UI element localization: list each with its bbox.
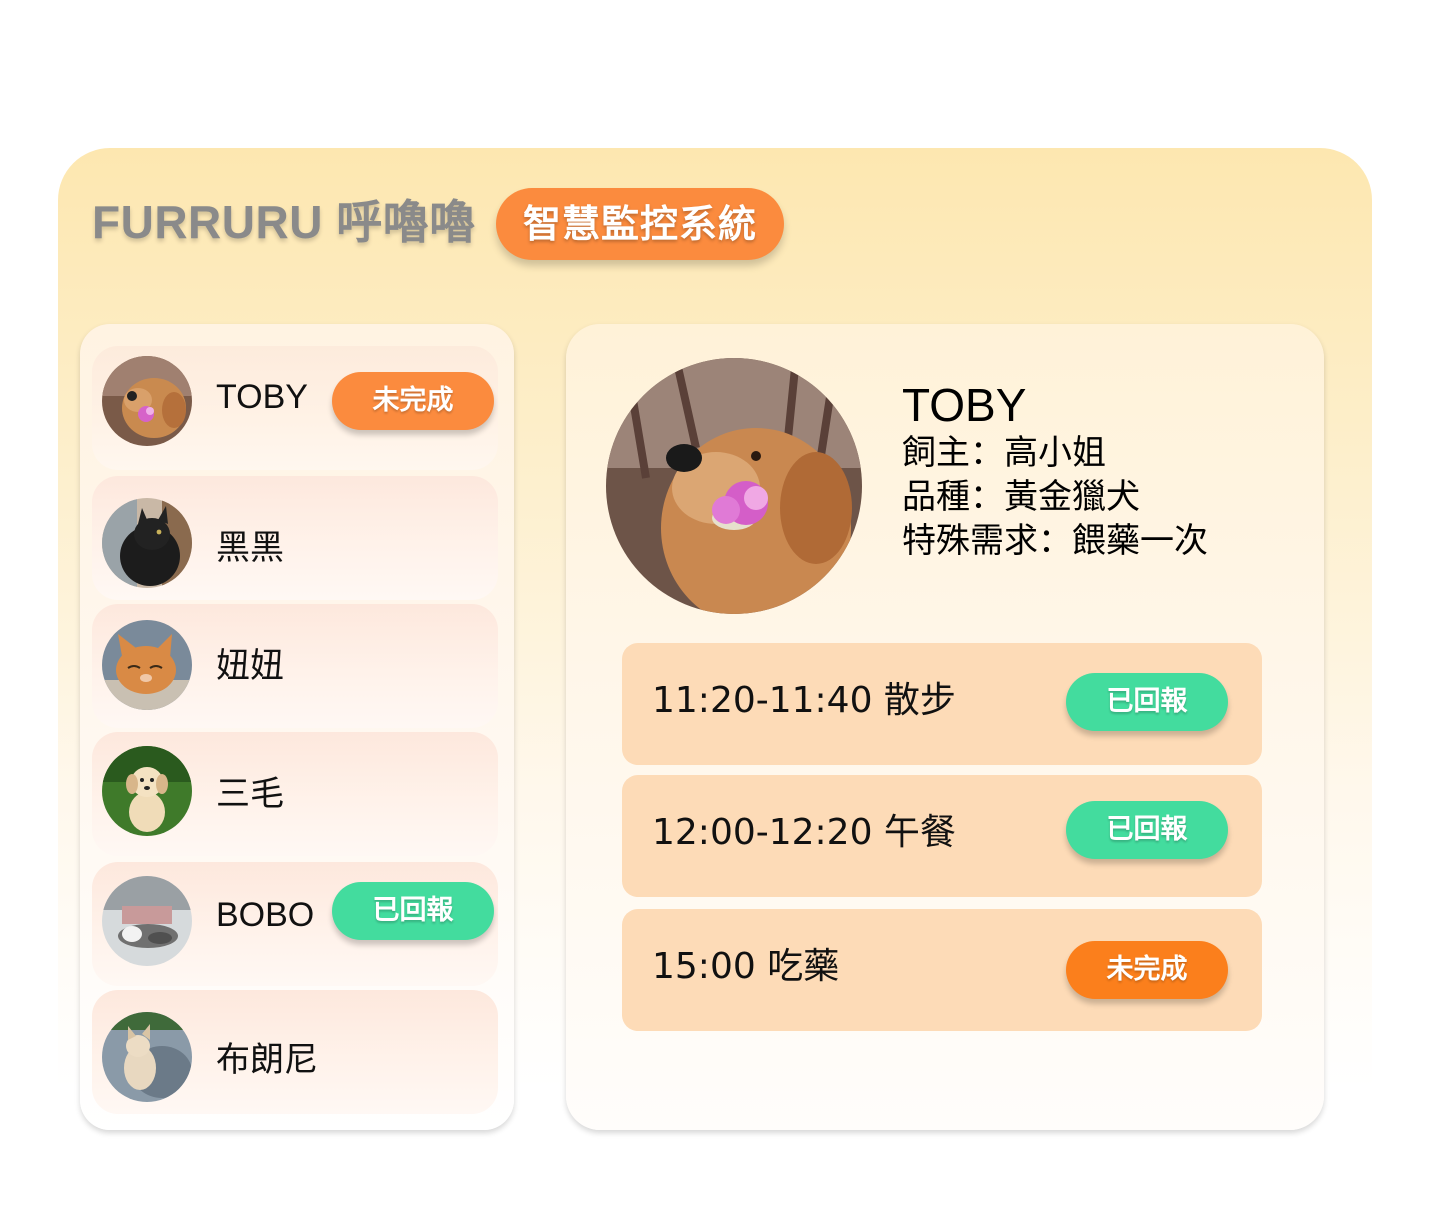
- detail-breed: 品種：黃金獵犬: [902, 477, 1140, 517]
- task-status-badge[interactable]: 已回報: [1066, 801, 1228, 859]
- orange-cat-icon: [102, 620, 192, 710]
- pet-name: 布朗尼: [216, 1041, 318, 1079]
- pet-row-brownie[interactable]: 布朗尼: [92, 990, 498, 1114]
- task-text: 11:20-11:40 散步: [652, 680, 956, 721]
- puppy-icon: [102, 746, 192, 836]
- pet-name: TOBY: [216, 378, 308, 416]
- task-text: 15:00 吃藥: [652, 946, 840, 987]
- pet-row-bobo[interactable]: BOBO 已回報: [92, 862, 498, 986]
- brand-title: FURRURU 呼嚕嚕: [92, 196, 476, 248]
- task-text: 12:00-12:20 午餐: [652, 812, 956, 853]
- pet-row-toby[interactable]: TOBY 未完成: [92, 346, 498, 470]
- kitten-icon: [102, 1012, 192, 1102]
- pet-name: BOBO: [216, 896, 315, 934]
- pet-row-heihei[interactable]: 黑黑: [92, 476, 498, 600]
- golden-retriever-icon: [102, 356, 192, 446]
- pet-row-sanmao[interactable]: 三毛: [92, 732, 498, 856]
- task-row: 11:20-11:40 散步 已回報: [622, 643, 1262, 765]
- detail-special-needs: 特殊需求：餵藥一次: [902, 521, 1208, 561]
- pet-name: 黑黑: [216, 529, 284, 567]
- sleeping-cat-icon: [102, 876, 192, 966]
- task-status-badge[interactable]: 未完成: [1066, 941, 1228, 999]
- system-badge: 智慧監控系統: [496, 188, 784, 260]
- status-badge[interactable]: 已回報: [332, 882, 494, 940]
- task-status-badge[interactable]: 已回報: [1066, 673, 1228, 731]
- black-cat-icon: [102, 498, 192, 588]
- detail-owner: 飼主：高小姐: [902, 433, 1106, 473]
- task-row: 15:00 吃藥 未完成: [622, 909, 1262, 1031]
- detail-pet-name: TOBY: [902, 379, 1027, 431]
- pet-name: 三毛: [216, 775, 284, 813]
- status-badge[interactable]: 未完成: [332, 372, 494, 430]
- task-row: 12:00-12:20 午餐 已回報: [622, 775, 1262, 897]
- pet-name: 妞妞: [216, 647, 284, 685]
- golden-retriever-icon: [606, 358, 862, 614]
- pet-row-niuniu[interactable]: 妞妞: [92, 604, 498, 728]
